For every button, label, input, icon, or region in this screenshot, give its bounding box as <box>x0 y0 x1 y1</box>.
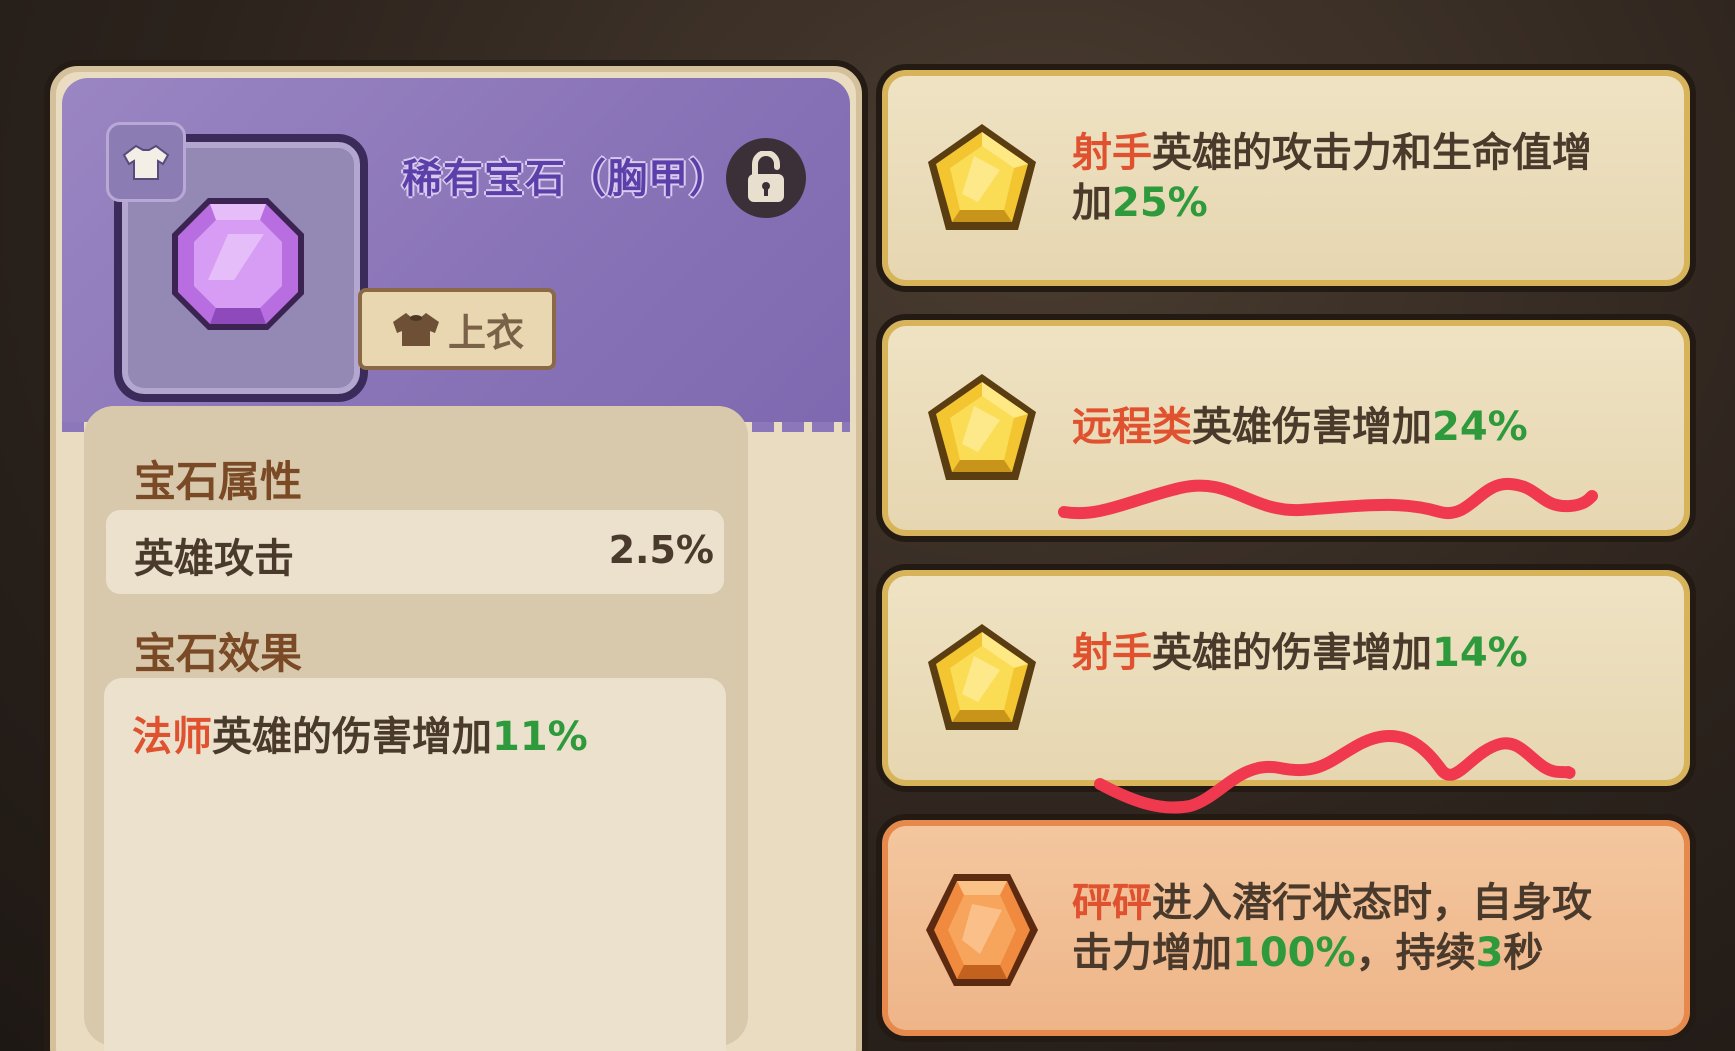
gem-info-body: 宝石属性 英雄攻击 2.5% 宝石效果 法师英雄的伤害增加11% <box>84 406 748 1051</box>
gem-header: 稀有宝石（胸甲） 上衣 <box>62 78 850 432</box>
yellow-gem-icon <box>928 374 1036 480</box>
attribute-row: 英雄攻击 2.5% <box>106 510 724 594</box>
effect-highlight: 法师 <box>132 714 212 760</box>
gem-detail-panel: 稀有宝石（胸甲） 上衣 宝石属性 英雄攻击 2.5% 宝石效果 法师英雄的伤害增… <box>44 60 868 1051</box>
effect-card-text: 射手英雄的伤害增加14% <box>1072 628 1662 678</box>
effect-value: 11% <box>492 714 588 760</box>
effect-card-body: ，持续 <box>1355 930 1476 976</box>
effect-card[interactable]: 砰砰进入潜行状态时，自身攻 击力增加100%，持续3秒 <box>876 814 1696 1042</box>
effect-card-highlight: 射手 <box>1072 130 1152 176</box>
slot-type-tag: 上衣 <box>358 288 556 370</box>
purple-gem-icon <box>172 198 304 330</box>
effect-card-value: 14% <box>1432 630 1528 676</box>
effect-card-body: 击力增加 <box>1072 930 1232 976</box>
effect-card-body: 英雄的攻击力和生命值增 <box>1152 130 1592 176</box>
effect-card-body: 秒 <box>1503 930 1544 976</box>
effect-card-text: 砰砰进入潜行状态时，自身攻 击力增加100%，持续3秒 <box>1072 878 1662 978</box>
effect-card-text: 远程类英雄伤害增加24% <box>1072 402 1662 452</box>
effect-card-list: 射手英雄的攻击力和生命值增 加25% 远程类英雄伤害增加24% 射手英雄的伤害增… <box>876 60 1696 1051</box>
effect-text: 英雄的伤害增加 <box>212 714 492 760</box>
effect-card-highlight: 远程类 <box>1072 404 1192 450</box>
orange-gem-icon <box>926 874 1038 986</box>
effect-card[interactable]: 射手英雄的伤害增加14% <box>876 564 1696 792</box>
effect-card-body: 英雄伤害增加 <box>1192 404 1432 450</box>
attribute-value: 2.5% <box>608 528 714 572</box>
effect-box: 法师英雄的伤害增加11% <box>104 678 726 1051</box>
gem-title: 稀有宝石（胸甲） <box>402 156 730 202</box>
yellow-gem-icon <box>928 124 1036 230</box>
attributes-section-title: 宝石属性 <box>134 457 303 506</box>
effect-description: 法师英雄的伤害增加11% <box>132 704 588 762</box>
yellow-gem-icon <box>928 624 1036 730</box>
gem-detail-screen: 稀有宝石（胸甲） 上衣 宝石属性 英雄攻击 2.5% 宝石效果 法师英雄的伤害增… <box>0 0 1735 1051</box>
effect-card-body: 英雄的伤害增加 <box>1152 630 1432 676</box>
shirt-icon <box>106 122 186 202</box>
effect-card-highlight: 射手 <box>1072 630 1152 676</box>
effect-card-value: 25% <box>1112 180 1208 226</box>
clothing-icon <box>392 313 439 346</box>
effect-card[interactable]: 射手英雄的攻击力和生命值增 加25% <box>876 64 1696 292</box>
effect-card-body: 加 <box>1072 180 1112 226</box>
unlocked-padlock-icon[interactable] <box>726 138 806 218</box>
slot-tag-label: 上衣 <box>447 310 524 355</box>
effect-card-value: 3 <box>1475 930 1504 976</box>
attribute-name: 英雄攻击 <box>134 536 294 582</box>
effect-card-body: 进入潜行状态时，自身攻 <box>1152 880 1592 926</box>
effect-card-highlight: 砰砰 <box>1072 880 1152 926</box>
effect-card-value: 100% <box>1232 930 1356 976</box>
effect-card-value: 24% <box>1432 404 1528 450</box>
effects-section-title: 宝石效果 <box>134 629 303 678</box>
effect-card[interactable]: 远程类英雄伤害增加24% <box>876 314 1696 542</box>
effect-card-text: 射手英雄的攻击力和生命值增 加25% <box>1072 128 1662 228</box>
